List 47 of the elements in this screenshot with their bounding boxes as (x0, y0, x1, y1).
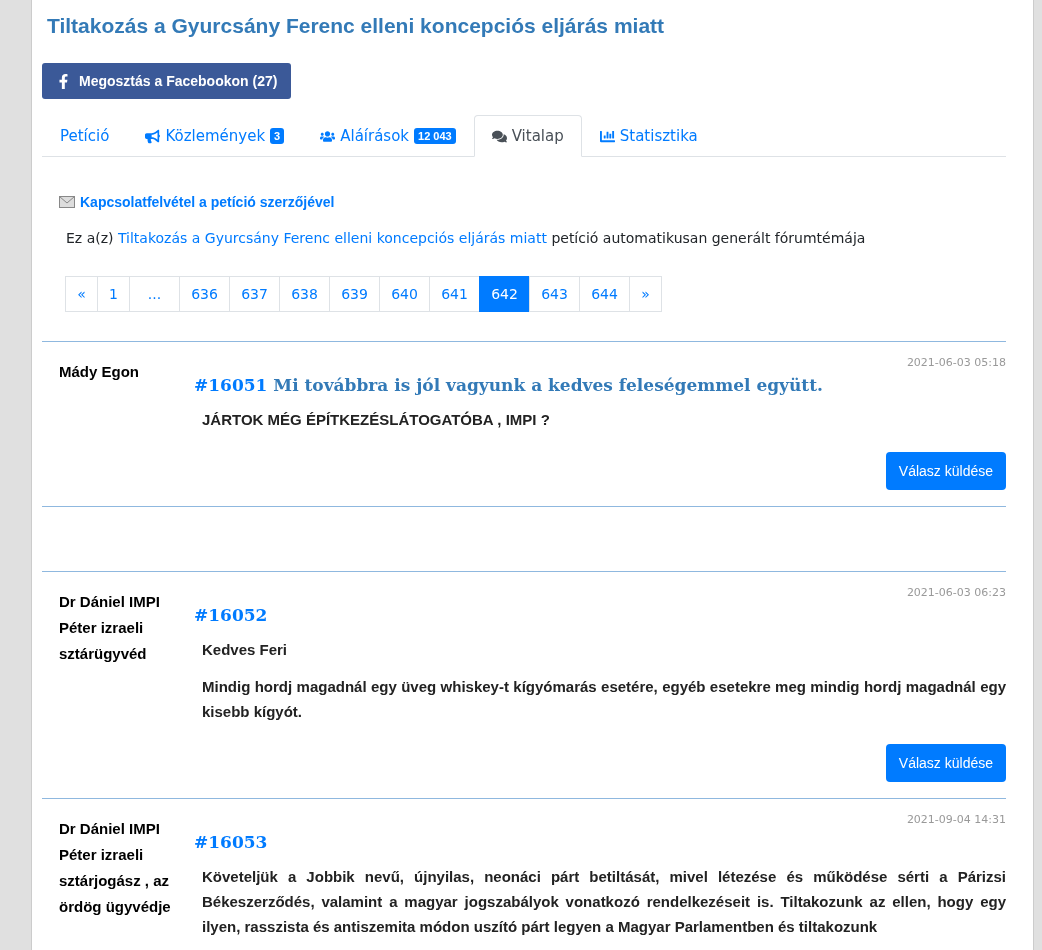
page-link[interactable]: 640 (379, 276, 430, 312)
contact-link[interactable]: Kapcsolatfelvétel a petíció szerzőjével (80, 194, 335, 210)
page-link[interactable]: 639 (329, 276, 380, 312)
bar-chart-icon (599, 128, 615, 144)
post-date: 2021-06-03 05:18 (906, 356, 1006, 369)
page-link[interactable]: 1 (97, 276, 130, 312)
page-title: Tiltakozás a Gyurcsány Ferenc elleni koncepciós eljárás miatt (47, 14, 666, 38)
page-link[interactable]: 638 (279, 276, 330, 312)
author-name: Dr Dániel IMPI Péter izraeli sztárügyvéd (59, 592, 161, 664)
tab-label: Statisztika (619, 127, 698, 145)
page-link[interactable]: ... (129, 276, 180, 312)
petition-link[interactable]: Tiltakozás a Gyurcsány Ferenc elleni koncepciós eljárás miatt (117, 230, 547, 246)
bullhorn-icon (145, 128, 161, 144)
post-text: Követeljük a Jobbik nevű, újnyilas, neonáci párt betiltását, mivel létezése és működése sérti a Párizsi Békeszerződés, valamint a magyar jogszabályok vonatkozó rendelkezéseit is. Tiltakozunk az ellen, hogy egy ilyen, rasszista és antiszemita módon uszító párt legyen a Magyar Parlamentben és tiltakozunk (202, 867, 1006, 937)
post-date: 2021-09-04 14:31 (906, 813, 1006, 826)
page-link[interactable]: » (629, 276, 662, 312)
reply-button[interactable]: Válasz küldése (885, 744, 1006, 782)
tab[interactable]: Vitalap (473, 115, 582, 157)
post-text: Mindig hordj magadnál egy üveg whiskey-t kígyómarás esetére, egyéb esetekre meg mindig hordj magadnál egy kisebb kígyót. (202, 677, 1006, 722)
post-title: #16053 (194, 832, 269, 852)
page-link[interactable]: 642 (479, 276, 530, 312)
page-link[interactable]: 637 (229, 276, 280, 312)
page-link[interactable]: 644 (579, 276, 630, 312)
page-link[interactable]: 643 (529, 276, 580, 312)
facebook-share-button[interactable]: Megosztás a Facebookon (27) (42, 63, 292, 99)
intro-text: Ez a(z) Tiltakozás a Gyurcsány Ferenc elleni koncepciós eljárás miatt petíció automatikusan generált fórumtémája (66, 230, 867, 246)
post-title: #16051 Mi továbbra is jól vagyunk a kedves feleségemmel együtt. (194, 375, 824, 395)
tab-label: Vitalap (511, 127, 564, 145)
tab-label: Közlemények (165, 127, 266, 145)
post-title: #16052 (194, 605, 269, 625)
envelope-icon (59, 196, 75, 208)
tab-label: Aláírások (340, 127, 410, 145)
reply-button[interactable]: Válasz küldése (885, 452, 1006, 490)
page-link[interactable]: 641 (429, 276, 480, 312)
post-date: 2021-06-03 06:23 (906, 586, 1006, 599)
author-name: Mády Egon (59, 362, 140, 382)
post-text: Kedves Feri (202, 640, 289, 660)
count-badge: 12 043 (414, 128, 456, 144)
facebook-icon (56, 73, 71, 89)
speech-bubbles-icon (491, 128, 507, 144)
users-icon (320, 128, 336, 144)
page-link[interactable]: 636 (179, 276, 230, 312)
author-name: Dr Dániel IMPI Péter izraeli sztárjogász , az ördög ügyvédje (59, 819, 172, 917)
page-link[interactable]: « (65, 276, 98, 312)
post-text: JÁRTOK MÉG ÉPÍTKEZÉSLÁTOGATÓBA , IMPI ? (202, 410, 551, 430)
count-badge: 3 (270, 128, 285, 144)
tab-label: Petíció (60, 127, 110, 145)
